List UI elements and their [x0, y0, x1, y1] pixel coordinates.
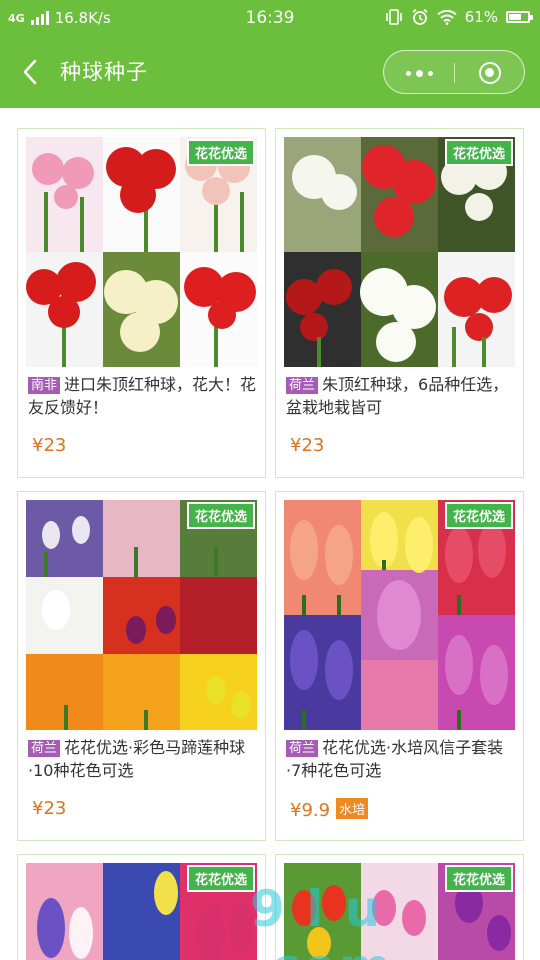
product-price: ¥23 [32, 435, 67, 456]
product-title-text: 花花优选·彩色马蹄莲种球·10种花色可选 [28, 738, 246, 780]
amaryllis-collage-image [284, 137, 515, 367]
navigation-bar: 种球种子 [0, 36, 540, 108]
product-image[interactable]: 花花优选 [284, 500, 515, 730]
product-price: ¥9.9 水培 [290, 798, 369, 821]
miniprogram-capsule [383, 50, 525, 94]
origin-badge: 荷兰 [28, 740, 61, 757]
more-dot-icon [427, 70, 433, 76]
product-card[interactable]: 花花优选 [17, 854, 266, 960]
product-card[interactable]: 花花优选 南非 进口朱顶红种球，花大！花友反馈好！ ¥23 [17, 128, 266, 478]
product-image[interactable]: 花花优选 [26, 863, 257, 960]
more-button[interactable] [384, 51, 454, 95]
chevron-left-icon [23, 59, 37, 85]
battery-icon [506, 11, 533, 23]
close-miniprogram-button[interactable] [455, 51, 525, 95]
amaryllis-collage-image [26, 137, 257, 367]
product-title[interactable]: 荷兰 花花优选·水培风信子套装·7种花色可选 [286, 736, 516, 782]
calla-lily-collage-image [26, 500, 257, 730]
product-title-text: 花花优选·水培风信子套装·7种花色可选 [286, 738, 504, 780]
page-title: 种球种子 [60, 60, 148, 84]
wifi-icon [436, 9, 457, 25]
status-bar: 4G 16.8K/s 16:39 61% [0, 0, 540, 36]
pick-badge: 花花优选 [186, 139, 255, 166]
product-title[interactable]: 荷兰 花花优选·彩色马蹄莲种球·10种花色可选 [28, 736, 258, 782]
product-card[interactable]: 花花优选 荷兰 朱顶红种球，6品种任选，盆栽地栽皆可 ¥23 [275, 128, 524, 478]
pick-badge: 花花优选 [444, 139, 513, 166]
origin-badge: 荷兰 [286, 740, 319, 757]
status-right: 61% [385, 8, 533, 26]
product-price: ¥23 [290, 435, 325, 456]
alarm-icon [412, 8, 428, 25]
pick-badge: 花花优选 [444, 502, 513, 529]
more-dot-icon [415, 69, 423, 77]
product-image[interactable]: 花花优选 [284, 137, 515, 367]
hydroponic-tag: 水培 [336, 798, 369, 819]
pick-badge: 花花优选 [186, 865, 255, 892]
product-image[interactable]: 花花优选 [26, 500, 257, 730]
more-dot-icon [405, 70, 411, 76]
origin-badge: 荷兰 [286, 377, 319, 394]
pick-badge: 花花优选 [186, 502, 255, 529]
back-button[interactable] [18, 58, 44, 86]
product-title[interactable]: 荷兰 朱顶红种球，6品种任选，盆栽地栽皆可 [286, 373, 516, 419]
product-card[interactable]: 花花优选 荷兰 花花优选·水培风信子套装·7种花色可选 ¥9.9 水培 [275, 491, 524, 841]
battery-percent: 61% [464, 8, 498, 26]
price-value: ¥9.9 [290, 800, 331, 821]
watermark: 9 l u .com [250, 880, 391, 960]
target-icon [479, 62, 501, 84]
vibrate-icon [385, 9, 402, 25]
product-title-text: 朱顶红种球，6品种任选，盆栽地栽皆可 [286, 375, 509, 417]
product-image[interactable]: 花花优选 [26, 137, 257, 367]
product-title-text: 进口朱顶红种球，花大！花友反馈好！ [28, 375, 257, 417]
hyacinth-collage-image [284, 500, 515, 730]
product-price: ¥23 [32, 798, 67, 819]
origin-badge: 南非 [28, 377, 61, 394]
product-title[interactable]: 南非 进口朱顶红种球，花大！花友反馈好！ [28, 373, 258, 419]
product-card[interactable]: 花花优选 荷兰 花花优选·彩色马蹄莲种球·10种花色可选 ¥23 [17, 491, 266, 841]
